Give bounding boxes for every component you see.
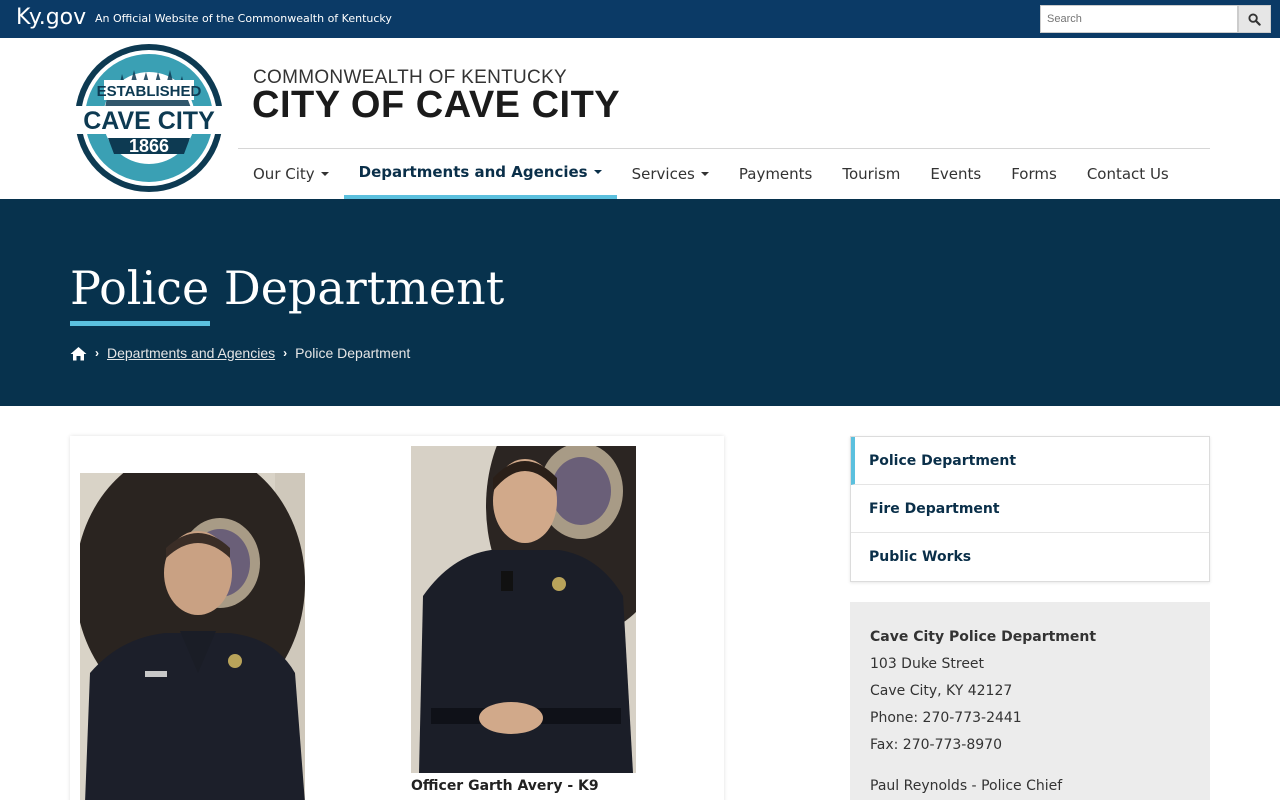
contact-title: Cave City Police Department xyxy=(870,629,1097,645)
nav-tourism-label: Tourism xyxy=(842,165,901,183)
page-hero: Police Department › Departments and Agen… xyxy=(0,199,1280,406)
content-card: Officer Garth Avery - K9 xyxy=(70,436,724,800)
seal-established-text: ESTABLISHED xyxy=(97,83,202,100)
search-input[interactable] xyxy=(1040,5,1238,33)
nav-payments-label: Payments xyxy=(738,165,813,183)
home-icon[interactable] xyxy=(70,346,87,361)
search-icon xyxy=(1248,12,1261,26)
department-sidebar-nav: Police Department Fire Department Public… xyxy=(850,436,1210,582)
breadcrumb: › Departments and Agencies › Police Depa… xyxy=(70,345,410,361)
contact-chief: Paul Reynolds - Police Chief xyxy=(870,778,1063,794)
nav-payments[interactable]: Payments xyxy=(724,149,827,199)
contact-info-box: Cave City Police Department 103 Duke Str… xyxy=(850,602,1210,800)
page-title: Police Department xyxy=(70,261,505,315)
nav-contact-us-label: Contact Us xyxy=(1086,165,1169,183)
main-nav: Our City Departments and Agencies Servic… xyxy=(238,149,1184,199)
officer-avery-photo xyxy=(411,446,636,773)
caret-down-icon xyxy=(700,172,709,176)
nav-departments-label: Departments and Agencies xyxy=(358,163,588,181)
nav-forms[interactable]: Forms xyxy=(996,149,1072,199)
title-underline xyxy=(70,321,210,326)
nav-tourism[interactable]: Tourism xyxy=(827,149,915,199)
nav-events[interactable]: Events xyxy=(915,149,996,199)
nav-forms-label: Forms xyxy=(1011,165,1057,183)
chevron-right-icon: › xyxy=(283,346,288,360)
contact-city: Cave City, KY 42127 xyxy=(870,683,1013,699)
seal-year: 1866 xyxy=(129,136,169,156)
contact-phone[interactable]: Phone: 270-773-2441 xyxy=(870,705,1190,732)
nav-contact-us[interactable]: Contact Us xyxy=(1072,149,1184,199)
caret-down-icon xyxy=(593,170,602,174)
breadcrumb-current: Police Department xyxy=(295,345,411,361)
seal-city-name: CAVE CITY xyxy=(83,107,215,135)
sidebar-item-public-works[interactable]: Public Works xyxy=(851,533,1209,581)
state-tagline: An Official Website of the Commonwealth … xyxy=(95,12,392,25)
nav-departments[interactable]: Departments and Agencies xyxy=(343,149,617,199)
nav-events-label: Events xyxy=(930,165,982,183)
ky-gov-logo[interactable]: Ky.gov xyxy=(16,5,86,30)
officer-avery-caption: Officer Garth Avery - K9 xyxy=(411,778,599,794)
city-seal-logo[interactable]: ESTABLISHED CAVE CITY 1866 xyxy=(58,42,240,194)
sidebar-item-police[interactable]: Police Department xyxy=(851,437,1209,485)
nav-our-city-label: Our City xyxy=(253,165,315,183)
chevron-right-icon: › xyxy=(95,346,99,360)
state-bar: Ky.gov An Official Website of the Common… xyxy=(0,0,1280,38)
breadcrumb-departments-link[interactable]: Departments and Agencies xyxy=(107,345,275,361)
police-chief-photo xyxy=(80,473,305,800)
sidebar-item-fire[interactable]: Fire Department xyxy=(851,485,1209,533)
nav-services-label: Services xyxy=(631,165,695,183)
contact-fax: Fax: 270-773-8970 xyxy=(870,737,1002,753)
search-button[interactable] xyxy=(1238,5,1271,33)
contact-street: 103 Duke Street xyxy=(870,656,985,672)
caret-down-icon xyxy=(320,172,329,176)
site-title[interactable]: CITY OF CAVE CITY xyxy=(252,84,620,127)
nav-our-city[interactable]: Our City xyxy=(238,149,344,199)
nav-services[interactable]: Services xyxy=(617,149,724,199)
